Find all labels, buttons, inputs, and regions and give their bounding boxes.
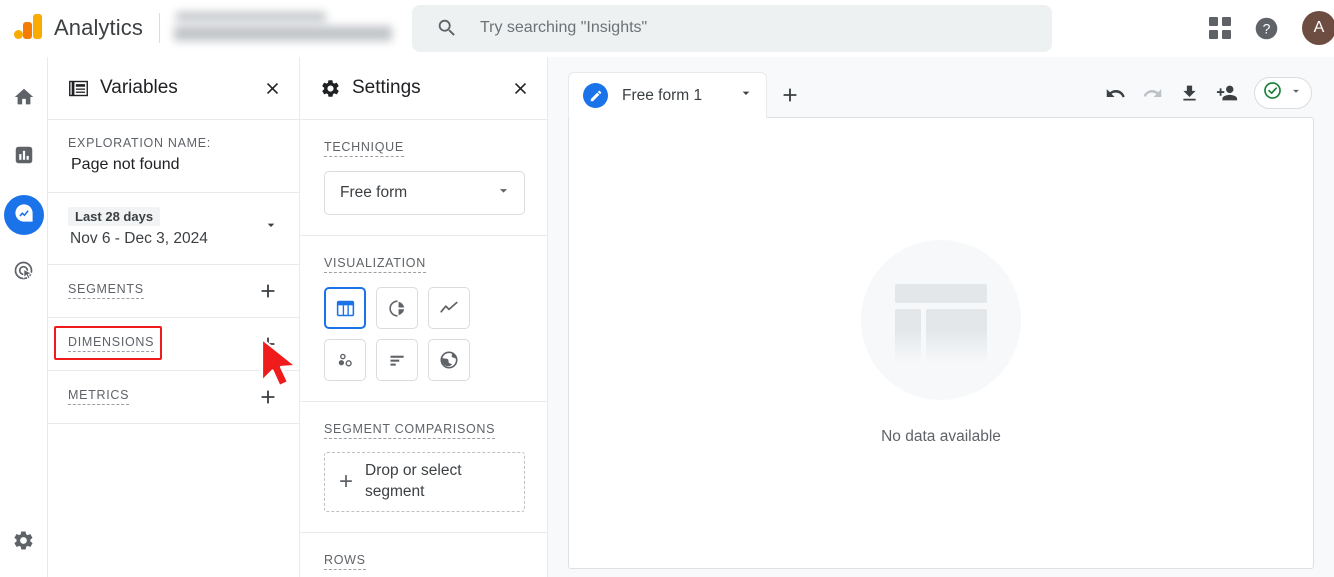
date-range-chip: Last 28 days — [68, 207, 161, 226]
home-icon — [13, 86, 35, 113]
svg-text:?: ? — [1263, 20, 1271, 36]
check-circle-icon — [1262, 80, 1283, 106]
explore-icon — [12, 201, 36, 230]
canvas-tabbar: Free form 1 — [548, 57, 1334, 118]
date-range-value: Nov 6 - Dec 3, 2024 — [70, 230, 208, 247]
tab-label: Free form 1 — [622, 86, 703, 104]
undo-icon[interactable] — [1105, 83, 1126, 104]
canvas-toolbar — [1105, 77, 1334, 117]
donut-chart-icon — [388, 299, 404, 317]
viz-option-donut-chart[interactable] — [376, 287, 418, 329]
share-person-add-icon[interactable] — [1216, 82, 1238, 104]
chevron-down-icon[interactable] — [263, 217, 279, 238]
apps-grid-icon[interactable] — [1209, 17, 1231, 39]
bar-chart-horizontal-icon — [390, 355, 404, 366]
segment-dropzone-text: Drop or select segment — [365, 462, 462, 500]
metrics-label: METRICS — [68, 388, 130, 406]
dimensions-label: DIMENSIONS — [68, 335, 155, 353]
search-bar[interactable] — [411, 4, 1052, 52]
technique-select[interactable]: Free form — [324, 171, 525, 215]
gear-icon — [320, 78, 341, 99]
settings-panel: Settings TECHNIQUE Free form VISUALIZATI… — [300, 57, 548, 577]
exploration-name-value[interactable]: Page not found — [68, 156, 279, 174]
empty-state-text: No data available — [881, 428, 1001, 445]
help-circle-icon[interactable]: ? — [1253, 15, 1280, 42]
viz-option-geo-map[interactable] — [428, 339, 470, 381]
article-icon — [68, 78, 89, 99]
viz-option-bar-chart[interactable] — [376, 339, 418, 381]
visualization-block: VISUALIZATION — [300, 236, 547, 402]
sidebar-item-segments[interactable]: SEGMENTS — [48, 265, 299, 318]
sharing-status-pill[interactable] — [1254, 77, 1312, 109]
search-icon — [436, 17, 458, 39]
line-chart-icon — [440, 301, 458, 313]
ga-explore-page: Analytics ? A — [0, 0, 1334, 577]
plus-icon: + — [339, 468, 354, 495]
nav-item-reports[interactable] — [4, 137, 44, 177]
canvas-area: Free form 1 No data available — [548, 57, 1334, 577]
visualization-label: VISUALIZATION — [324, 256, 426, 273]
google-analytics-logo — [10, 10, 46, 46]
search-input[interactable] — [479, 19, 1000, 37]
segment-dropzone[interactable]: + Drop or select segment — [324, 452, 525, 512]
settings-panel-title: Settings — [352, 77, 421, 98]
technique-block: TECHNIQUE Free form — [300, 120, 547, 236]
header-divider — [158, 13, 160, 43]
gear-icon — [12, 529, 35, 557]
technique-label: TECHNIQUE — [324, 140, 404, 157]
scatter-plot-icon — [338, 353, 352, 366]
sidebar-item-metrics[interactable]: METRICS — [48, 371, 299, 424]
top-header: Analytics ? A — [0, 0, 1334, 57]
date-range-selector[interactable]: Last 28 days Nov 6 - Dec 3, 2024 — [48, 193, 299, 265]
close-icon[interactable] — [259, 75, 285, 101]
globe-icon — [440, 351, 458, 369]
bar-chart-icon — [13, 144, 35, 171]
viz-option-scatter-plot[interactable] — [324, 339, 366, 381]
exploration-name-block[interactable]: EXPLORATION NAME: Page not found — [48, 120, 299, 193]
add-metric-button[interactable] — [255, 384, 281, 410]
advertising-target-icon — [12, 259, 36, 288]
variables-panel: Variables EXPLORATION NAME: Page not fou… — [48, 57, 300, 577]
chevron-down-icon — [495, 182, 512, 204]
avatar[interactable]: A — [1302, 11, 1334, 45]
nav-item-admin[interactable] — [4, 523, 44, 563]
nav-item-home[interactable] — [4, 79, 44, 119]
segments-label: SEGMENTS — [68, 282, 144, 300]
rows-label: ROWS — [324, 553, 366, 570]
viz-option-line-chart[interactable] — [428, 287, 470, 329]
property-name-redacted[interactable] — [173, 9, 398, 47]
nav-item-explore[interactable] — [3, 195, 44, 235]
rows-block: ROWS + Drop or select dimension — [300, 533, 547, 577]
download-icon[interactable] — [1179, 83, 1200, 104]
chevron-down-icon — [1289, 84, 1303, 103]
exploration-name-label: EXPLORATION NAME: — [68, 136, 211, 150]
technique-value: Free form — [340, 184, 408, 201]
left-nav-rail — [0, 57, 48, 577]
table-icon — [336, 300, 354, 316]
pencil-circle-icon — [583, 83, 608, 108]
segment-comparisons-block: SEGMENT COMPARISONS + Drop or select seg… — [300, 402, 547, 533]
add-dimension-button[interactable] — [255, 331, 281, 357]
settings-panel-header: Settings — [300, 57, 547, 120]
redo-icon — [1142, 83, 1163, 104]
header-actions: ? A — [1209, 11, 1334, 45]
tab-free-form-1[interactable]: Free form 1 — [568, 72, 768, 118]
chevron-down-icon[interactable] — [738, 85, 754, 106]
segment-comparisons-label: SEGMENT COMPARISONS — [324, 422, 496, 439]
empty-table-placeholder — [861, 240, 1021, 400]
add-segment-button[interactable] — [255, 278, 281, 304]
variables-panel-header: Variables — [48, 57, 299, 120]
sidebar-item-dimensions[interactable]: DIMENSIONS — [48, 318, 299, 371]
viz-option-free-form-table[interactable] — [324, 287, 366, 329]
canvas-card: No data available — [568, 117, 1314, 569]
close-icon[interactable] — [507, 75, 533, 101]
add-tab-button[interactable] — [767, 72, 813, 118]
visualization-options — [324, 287, 525, 381]
brand-name: Analytics — [54, 15, 143, 40]
nav-item-advertising[interactable] — [4, 253, 44, 293]
variables-panel-title: Variables — [100, 77, 178, 98]
